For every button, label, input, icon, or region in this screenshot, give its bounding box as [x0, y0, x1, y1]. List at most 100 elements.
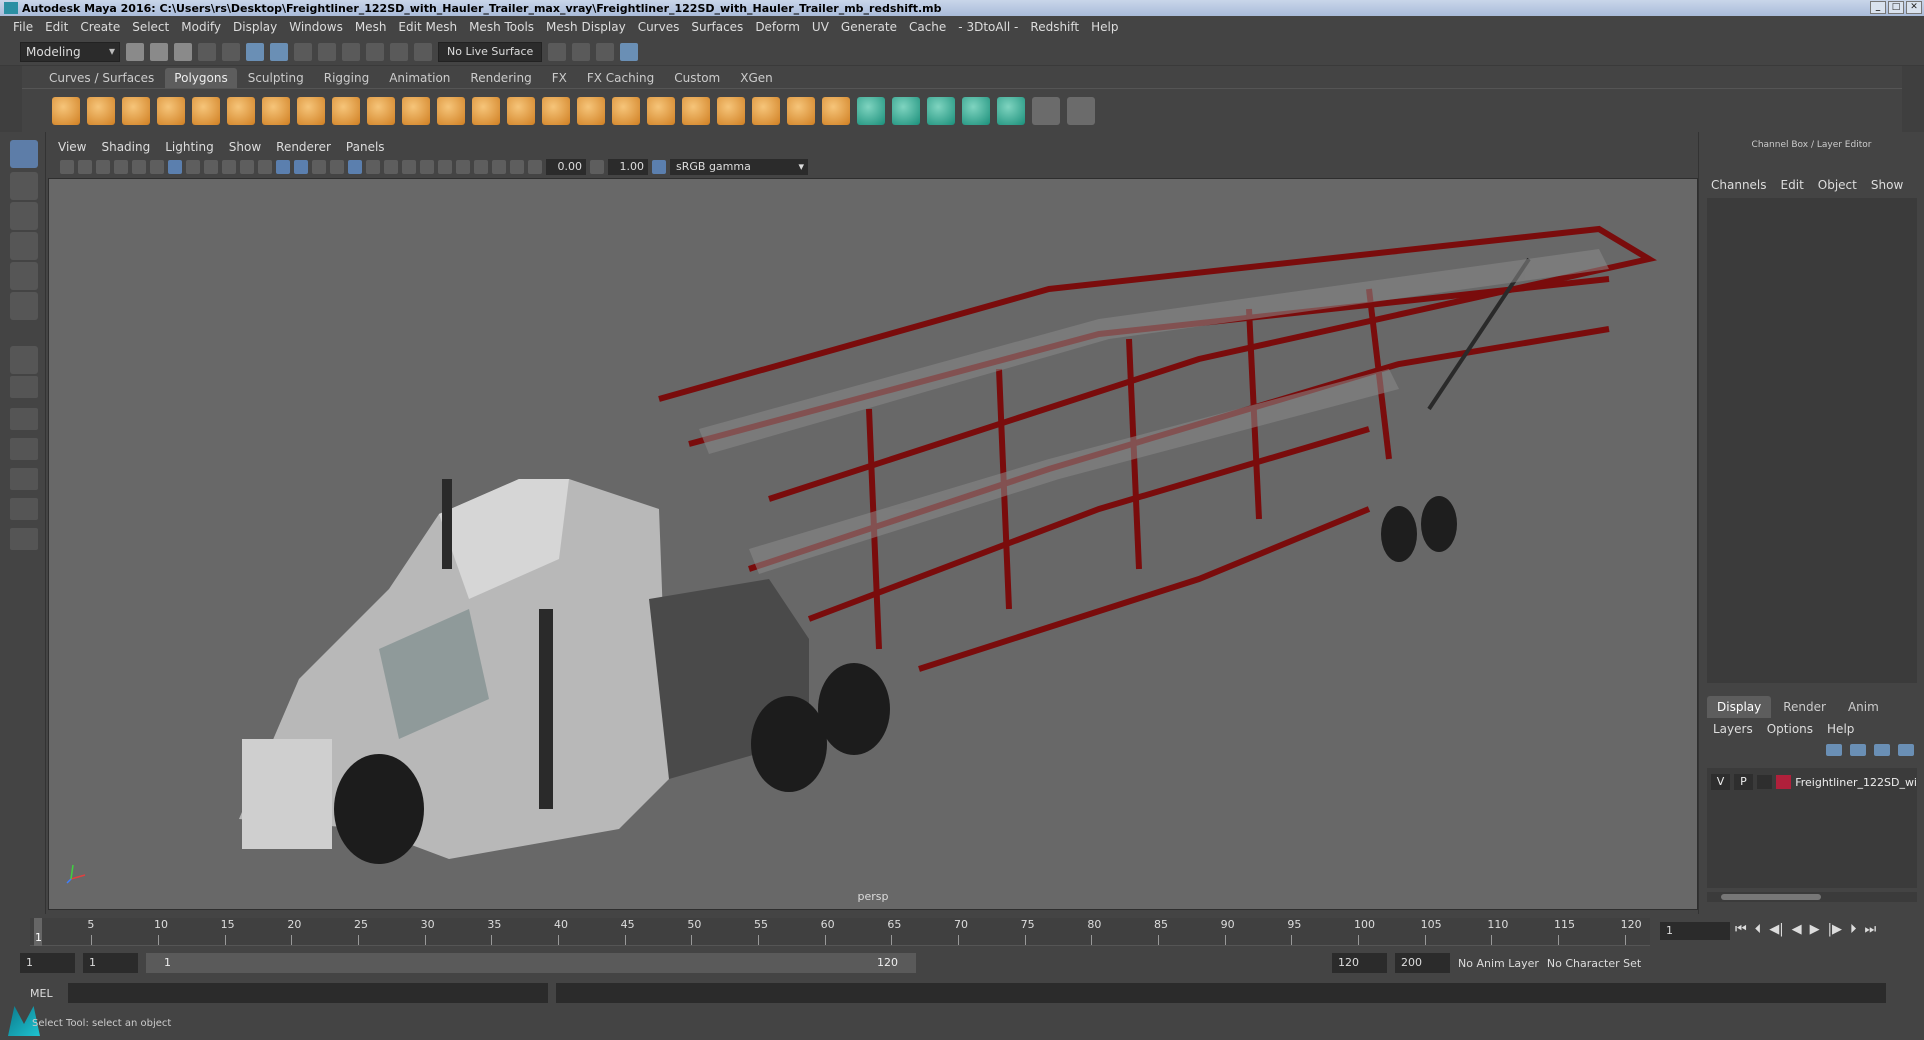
textured-icon[interactable] — [330, 160, 344, 174]
color-management-icon[interactable] — [652, 160, 666, 174]
render-settings-icon[interactable] — [596, 42, 615, 61]
poly-sphere-icon[interactable] — [52, 96, 80, 125]
current-frame-field[interactable]: 1 — [1660, 922, 1730, 940]
view-transform-dropdown[interactable]: sRGB gamma — [670, 159, 808, 175]
poly-torus-icon[interactable] — [227, 96, 255, 125]
playback-end-field[interactable]: 120 — [1332, 953, 1387, 973]
le-menu-help[interactable]: Help — [1827, 722, 1854, 736]
rotate-tool-icon[interactable] — [10, 262, 38, 290]
mirror-icon[interactable] — [472, 96, 500, 125]
menu-mesh-display[interactable]: Mesh Display — [546, 20, 626, 34]
poly-cylinder-icon[interactable] — [122, 96, 150, 125]
hypershade-layout-icon[interactable] — [10, 468, 38, 490]
select-by-hierarchy-icon[interactable] — [246, 42, 264, 61]
menu-surfaces[interactable]: Surfaces — [691, 20, 743, 34]
isolate-select-icon[interactable] — [456, 160, 470, 174]
shelf-tab-xgen[interactable]: XGen — [731, 68, 782, 88]
layer-list-scrollbar[interactable] — [1707, 892, 1917, 902]
hypershade-icon[interactable] — [620, 42, 639, 61]
layer-visibility-toggle[interactable]: V — [1711, 774, 1730, 790]
panel-menu-show[interactable]: Show — [229, 140, 261, 154]
snap-curve-icon[interactable] — [342, 42, 360, 61]
gate-mask-icon[interactable] — [222, 160, 236, 174]
step-forward-frame-icon[interactable]: |▶ — [1828, 922, 1842, 937]
move-layer-down-icon[interactable] — [1850, 744, 1866, 756]
cb-menu-object[interactable]: Object — [1818, 178, 1857, 192]
grease-pencil-icon[interactable] — [150, 160, 164, 174]
extrude-icon[interactable] — [542, 96, 570, 125]
menu-edit-mesh[interactable]: Edit Mesh — [398, 20, 457, 34]
select-by-object-icon[interactable] — [270, 42, 288, 61]
shadows-icon[interactable] — [366, 160, 380, 174]
shelf-tab-animation[interactable]: Animation — [380, 68, 460, 88]
exposure-field[interactable]: 0.00 — [546, 159, 586, 175]
insert-edge-loop-icon[interactable] — [682, 96, 710, 125]
render-frame-icon[interactable] — [548, 42, 567, 61]
extract-icon[interactable] — [402, 96, 430, 125]
uv-layout-icon[interactable] — [10, 498, 38, 520]
select-camera-icon[interactable] — [60, 160, 74, 174]
shelf-tab-rigging[interactable]: Rigging — [314, 68, 379, 88]
cb-menu-channels[interactable]: Channels — [1711, 178, 1767, 192]
step-back-frame-icon[interactable]: ◀| — [1769, 922, 1783, 937]
persp-graph-layout-icon[interactable] — [10, 438, 38, 460]
gamma-field[interactable]: 1.00 — [608, 159, 648, 175]
playback-start-field[interactable]: 1 — [83, 953, 138, 973]
collapse-icon[interactable] — [822, 96, 850, 125]
mode-dropdown[interactable]: Modeling — [20, 41, 120, 62]
camera-attributes-icon[interactable] — [78, 160, 92, 174]
menu-deform[interactable]: Deform — [755, 20, 800, 34]
make-live-icon[interactable] — [414, 42, 432, 61]
smooth-shade-icon[interactable] — [294, 160, 308, 174]
wireframe-on-shaded-icon[interactable] — [312, 160, 326, 174]
depth-of-field-icon[interactable] — [438, 160, 452, 174]
live-surface-field[interactable]: No Live Surface — [438, 41, 543, 62]
new-layer-from-selection-icon[interactable] — [1898, 744, 1914, 756]
panel-menu-shading[interactable]: Shading — [101, 140, 150, 154]
ipr-render-icon[interactable] — [572, 42, 591, 61]
layer-tab-render[interactable]: Render — [1773, 696, 1836, 718]
collapse-toolbox-icon[interactable] — [10, 528, 38, 550]
maximize-button[interactable]: □ — [1888, 1, 1904, 14]
channel-box-area[interactable] — [1707, 198, 1917, 683]
open-scene-icon[interactable] — [150, 42, 168, 61]
append-icon[interactable] — [647, 96, 675, 125]
cb-menu-edit[interactable]: Edit — [1781, 178, 1804, 192]
layer-playback-toggle[interactable]: P — [1733, 774, 1753, 790]
automatic-uv-icon[interactable] — [962, 96, 990, 125]
poly-plane-icon[interactable] — [192, 96, 220, 125]
shelf-tab-custom[interactable]: Custom — [665, 68, 730, 88]
save-scene-icon[interactable] — [174, 42, 192, 61]
shelf-tab-sculpting[interactable]: Sculpting — [238, 68, 313, 88]
bookmark-icon[interactable] — [96, 160, 110, 174]
shelf-tab-curves-surfaces[interactable]: Curves / Surfaces — [40, 68, 164, 88]
motion-blur-icon[interactable] — [402, 160, 416, 174]
move-layer-up-icon[interactable] — [1826, 744, 1842, 756]
step-forward-key-icon[interactable]: ⏵ — [1850, 922, 1857, 937]
redo-icon[interactable] — [222, 42, 240, 61]
field-chart-icon[interactable] — [240, 160, 254, 174]
four-view-layout-icon[interactable] — [10, 376, 38, 398]
animation-start-field[interactable]: 1 — [20, 953, 75, 973]
shelf-tab-fx-caching[interactable]: FX Caching — [577, 68, 664, 88]
grid-icon[interactable] — [168, 160, 182, 174]
time-slider-track[interactable]: 1 5 10 15 20 25 30 35 40 45 50 55 60 65 70 75 80 85 90 95 1… — [30, 918, 1650, 946]
gamma-icon[interactable] — [590, 160, 604, 174]
le-menu-layers[interactable]: Layers — [1713, 722, 1753, 736]
new-empty-layer-icon[interactable] — [1874, 744, 1890, 756]
move-tool-icon[interactable] — [10, 232, 38, 260]
snap-point-icon[interactable] — [366, 42, 384, 61]
uv-editor-icon[interactable] — [1032, 96, 1060, 125]
minimize-button[interactable]: _ — [1870, 1, 1886, 14]
go-to-end-icon[interactable]: ⏭ — [1864, 922, 1876, 937]
step-back-key-icon[interactable]: ⏴ — [1755, 922, 1762, 937]
go-to-start-icon[interactable]: ⏮ — [1735, 922, 1747, 937]
wireframe-icon[interactable] — [276, 160, 290, 174]
merge-icon[interactable] — [752, 96, 780, 125]
menu-uv[interactable]: UV — [812, 20, 829, 34]
smooth-icon[interactable] — [437, 96, 465, 125]
single-perspective-layout-icon[interactable] — [10, 346, 38, 374]
anti-aliasing-icon[interactable] — [420, 160, 434, 174]
bridge-icon[interactable] — [612, 96, 640, 125]
menu-mesh[interactable]: Mesh — [355, 20, 387, 34]
